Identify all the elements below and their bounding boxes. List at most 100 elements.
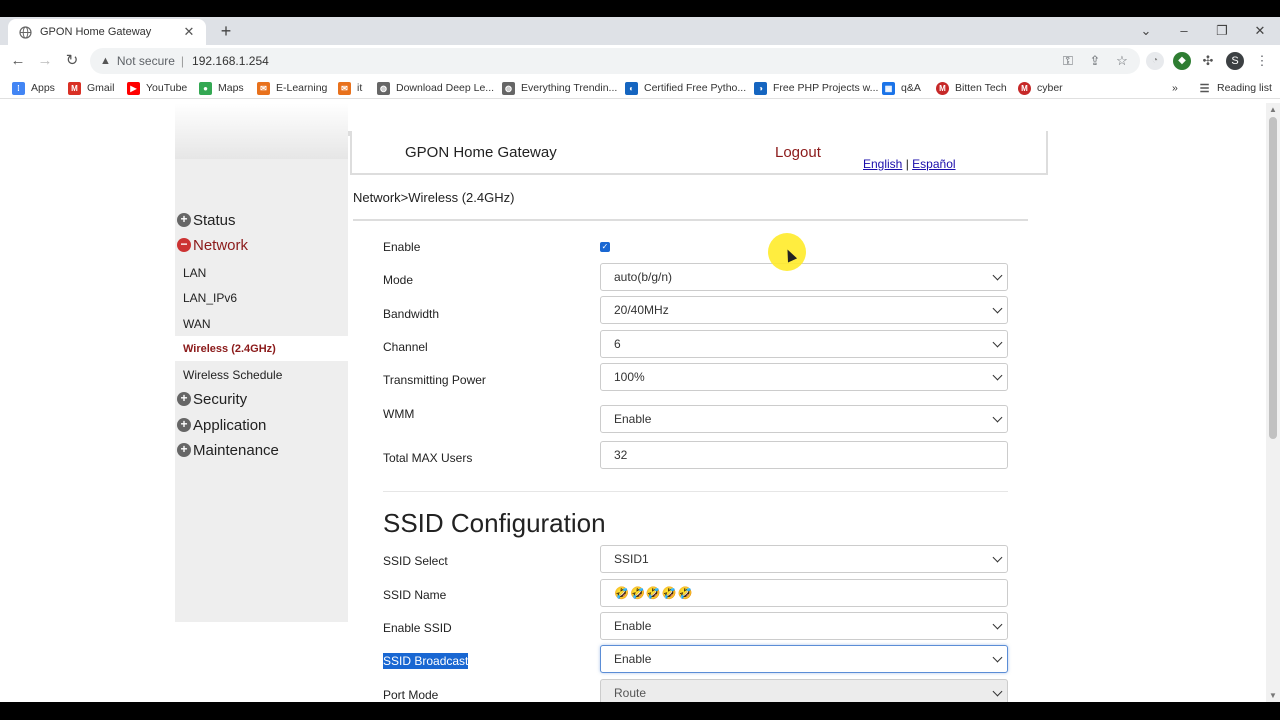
sidebar-item-network[interactable]: − Network <box>175 234 248 256</box>
reload-icon[interactable]: ↻ <box>62 51 82 71</box>
scroll-down-icon[interactable]: ▼ <box>1269 691 1277 700</box>
logo-area <box>175 103 348 159</box>
restore-icon[interactable]: ❐ <box>1207 21 1237 41</box>
chevron-down-icon <box>992 303 1003 314</box>
php-site-icon: ◑ <box>754 81 767 95</box>
tab-title: GPON Home Gateway <box>40 26 152 38</box>
chevron-down-icon <box>992 686 1003 697</box>
bookmark-elearning[interactable]: ✉ E-Learning <box>257 80 327 96</box>
sidebar-sub-wireless-schedule[interactable]: Wireless Schedule <box>175 362 348 387</box>
channel-label: Channel <box>383 340 428 354</box>
puzzle-icon[interactable]: ✣ <box>1199 52 1217 70</box>
new-tab-icon[interactable]: + <box>216 21 236 41</box>
bookmark-label: Free PHP Projects w... <box>773 82 879 94</box>
tab-strip: GPON Home Gateway ✕ + ⌄ – ❐ ✕ <box>0 17 1280 45</box>
section-divider <box>383 491 1008 492</box>
ssid-broadcast-select[interactable]: Enable <box>600 645 1008 673</box>
logout-link[interactable]: Logout <box>775 144 821 161</box>
expand-plus-icon: + <box>177 213 191 227</box>
key-icon[interactable]: ⚿ <box>1058 51 1078 71</box>
reading-list-icon: ☰ <box>1198 81 1211 95</box>
bookmark-gmail[interactable]: M Gmail <box>68 80 114 96</box>
gmail-icon: M <box>68 81 81 95</box>
page-scrollbar[interactable]: ▲ ▼ <box>1266 103 1280 702</box>
ssid-select-label: SSID Select <box>383 554 448 568</box>
mode-select[interactable]: auto(b/g/n) <box>600 263 1008 291</box>
bookmark-youtube[interactable]: ▶ YouTube <box>127 80 187 96</box>
port-mode-select[interactable]: Route <box>600 679 1008 702</box>
warning-icon: ▲ <box>100 55 111 67</box>
wmm-select[interactable]: Enable <box>600 405 1008 433</box>
back-icon[interactable]: ← <box>8 51 28 71</box>
bookmark-download-deep[interactable]: ◍ Download Deep Le... <box>377 80 494 96</box>
divider <box>353 219 1028 221</box>
bookmark-certified-python[interactable]: ◐ Certified Free Pytho... <box>625 80 746 96</box>
bookmark-label: cyber <box>1037 82 1063 94</box>
total-max-users-label: Total MAX Users <box>383 451 473 465</box>
tab-search-icon[interactable]: ⌄ <box>1131 21 1161 41</box>
forward-icon[interactable]: → <box>35 51 55 71</box>
bookmark-bitten-tech[interactable]: M Bitten Tech <box>936 80 1007 96</box>
cyber-icon: M <box>1018 81 1031 95</box>
ssid-select[interactable]: SSID1 <box>600 545 1008 573</box>
expand-plus-icon: + <box>177 418 191 432</box>
browser-tab[interactable]: GPON Home Gateway ✕ <box>8 19 206 45</box>
sidebar-sub-lan-ipv6[interactable]: LAN_IPv6 <box>175 285 348 310</box>
sidebar-item-status[interactable]: + Status <box>175 209 236 231</box>
it-icon: ✉ <box>338 81 351 95</box>
ssid-select-value: SSID1 <box>614 552 649 566</box>
reading-list[interactable]: ☰ Reading list <box>1198 80 1272 96</box>
lang-english-link[interactable]: English <box>863 157 902 171</box>
total-max-users-input[interactable]: 32 <box>600 441 1008 469</box>
bookmark-label: it <box>357 82 363 94</box>
chevron-down-icon <box>992 337 1003 348</box>
scrollbar-thumb[interactable] <box>1269 117 1277 439</box>
menu-kebab-icon[interactable]: ⋮ <box>1252 51 1272 71</box>
bandwidth-select[interactable]: 20/40MHz <box>600 296 1008 324</box>
enable-ssid-select[interactable]: Enable <box>600 612 1008 640</box>
profile-avatar[interactable]: S <box>1226 52 1244 70</box>
bookmark-apps[interactable]: ⁞ Apps <box>12 80 55 96</box>
ssid-name-input[interactable]: 🤣🤣🤣🤣🤣 <box>600 579 1008 607</box>
close-tab-icon[interactable]: ✕ <box>182 25 196 39</box>
bookmark-star-icon[interactable]: ☆ <box>1112 51 1132 71</box>
transmitting-power-select[interactable]: 100% <box>600 363 1008 391</box>
bookmark-maps[interactable]: ● Maps <box>199 80 244 96</box>
sidebar-sub-wireless[interactable]: Wireless (2.4GHz) <box>175 336 348 361</box>
more-bookmarks-icon[interactable]: » <box>1172 80 1178 96</box>
share-icon[interactable]: ⇪ <box>1085 51 1105 71</box>
lang-separator: | <box>905 157 909 171</box>
lang-espanol-link[interactable]: Español <box>912 157 955 171</box>
bookmark-cyber[interactable]: Mcyber <box>1018 80 1063 96</box>
ssid-broadcast-value: Enable <box>614 652 652 666</box>
ssid-section-title: SSID Configuration <box>383 508 606 538</box>
bookmark-everything-trending[interactable]: ◍ Everything Trendin... <box>502 80 617 96</box>
bookmark-label: Certified Free Pytho... <box>644 82 747 94</box>
expand-plus-icon: + <box>177 443 191 457</box>
sidebar-item-security[interactable]: + Security <box>175 388 247 410</box>
sidebar-sub-wan[interactable]: WAN <box>175 311 348 336</box>
vpn-extension-icon[interactable]: ◆ <box>1173 52 1191 70</box>
channel-value: 6 <box>614 337 621 351</box>
mode-value: auto(b/g/n) <box>614 270 673 284</box>
sidebar-item-application[interactable]: + Application <box>175 414 266 436</box>
bookmark-free-php[interactable]: ◑ Free PHP Projects w... <box>754 80 878 96</box>
sidebar-sub-lan[interactable]: LAN <box>175 260 348 285</box>
sidebar-item-label: Network <box>193 236 249 254</box>
scroll-up-icon[interactable]: ▲ <box>1269 105 1277 114</box>
sidebar-item-maintenance[interactable]: + Maintenance <box>175 439 279 461</box>
bookmark-qa[interactable]: ▦ q&A <box>882 80 921 96</box>
address-bar[interactable]: ▲ Not secure | 192.168.1.254 <box>90 48 1140 74</box>
chevron-down-icon <box>992 370 1003 381</box>
wmm-value: Enable <box>614 412 652 426</box>
enable-ssid-label: Enable SSID <box>383 621 452 635</box>
bitten-tech-icon: M <box>936 81 949 95</box>
apps-grid-icon: ⁞ <box>12 81 25 95</box>
channel-select[interactable]: 6 <box>600 330 1008 358</box>
bookmark-it[interactable]: ✉ it <box>338 80 362 96</box>
brand-title: GPON Home Gateway <box>405 144 557 161</box>
window-close-icon[interactable]: ✕ <box>1245 21 1275 41</box>
minimize-icon[interactable]: – <box>1169 21 1199 41</box>
enable-checkbox[interactable]: ✓ <box>600 242 610 252</box>
extension-icon[interactable]: ◔ <box>1146 52 1164 70</box>
